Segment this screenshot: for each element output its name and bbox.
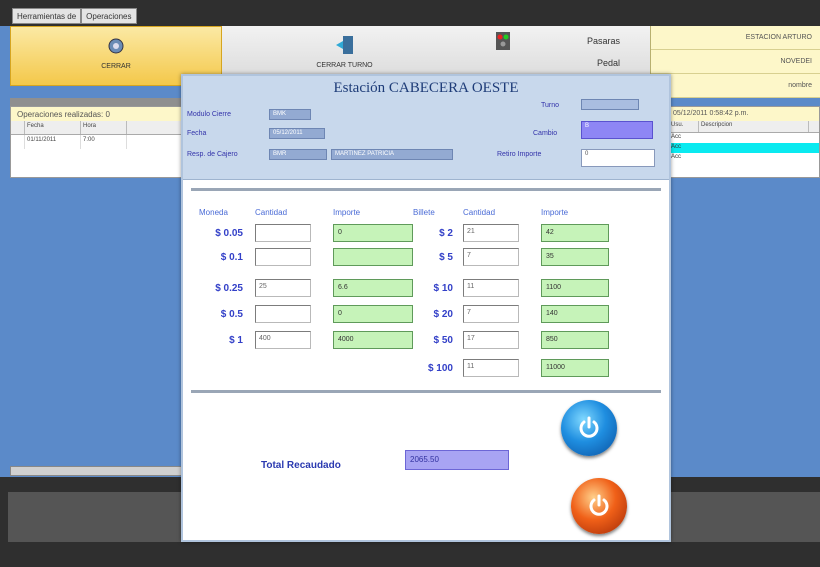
bill-amount-field: 35 xyxy=(541,248,609,266)
table-row-selected[interactable]: Acc xyxy=(669,143,819,153)
operations-grid: Operaciones realizadas: 0 Fecha Hora 01/… xyxy=(10,106,185,178)
bill-denomination: $ 5 xyxy=(439,252,453,263)
total-field: 2065.50 xyxy=(405,450,509,470)
bill-denomination: $ 2 xyxy=(439,228,453,239)
retiro-field[interactable]: 0 xyxy=(581,149,655,167)
turno-label: Turno xyxy=(541,102,560,109)
resp-code-field[interactable]: BMR xyxy=(269,149,327,160)
station-info-line1: ESTACION ARTURO xyxy=(651,26,820,50)
coin-denomination: $ 0.05 xyxy=(215,228,243,239)
coin-denomination: $ 1 xyxy=(229,335,243,346)
coin-quantity-input[interactable] xyxy=(255,305,311,323)
bill-quantity-input[interactable]: 21 xyxy=(463,224,519,242)
column-header xyxy=(11,121,25,134)
bill-quantity-input[interactable]: 11 xyxy=(463,359,519,377)
passes-label: Pasaras xyxy=(587,36,621,46)
table-cell: 7:00 xyxy=(81,135,127,149)
table-row[interactable]: Acc xyxy=(669,133,819,143)
cantidad-header: Cantidad xyxy=(255,208,288,217)
events-grid: 05/12/2011 0:58:42 p.m. Usu. Descripcion… xyxy=(668,106,820,178)
column-header[interactable]: Descripcion xyxy=(699,121,809,132)
station-info-panel: ESTACION ARTURO NOVEDEI nombre xyxy=(650,26,820,98)
cash-count-dialog: Estación CABECERA OESTE Modulo Cierre BM… xyxy=(181,74,671,542)
horizontal-scrollbar[interactable] xyxy=(10,466,182,476)
bill-denomination: $ 20 xyxy=(433,309,453,320)
column-header[interactable]: Fecha xyxy=(25,121,81,134)
bill-amount-field: 42 xyxy=(541,224,609,242)
divider xyxy=(191,188,661,191)
retiro-label: Retiro Importe xyxy=(497,151,542,158)
cancel-button[interactable] xyxy=(571,478,627,534)
table-row[interactable]: 01/11/2011 7:00 xyxy=(11,135,184,149)
fecha-label: Fecha xyxy=(187,130,207,137)
traffic-light-icon xyxy=(496,32,510,50)
bill-amount-field: 11000 xyxy=(541,359,609,377)
coin-quantity-input[interactable]: 25 xyxy=(255,279,311,297)
bill-quantity-input[interactable]: 7 xyxy=(463,248,519,266)
column-header[interactable]: Usu. xyxy=(669,121,699,132)
bill-quantity-input[interactable]: 11 xyxy=(463,279,519,297)
bill-quantity-input[interactable]: 7 xyxy=(463,305,519,323)
operations-caption: Operaciones realizadas: 0 xyxy=(11,107,184,121)
events-caption: 05/12/2011 0:58:42 p.m. xyxy=(669,107,819,121)
coin-denomination: $ 0.5 xyxy=(220,309,243,320)
bill-amount-field: 850 xyxy=(541,331,609,349)
window-tabs: Herramientas de Operaciones xyxy=(12,8,137,24)
coin-quantity-input[interactable]: 400 xyxy=(255,331,311,349)
tab-operaciones[interactable]: Operaciones xyxy=(81,8,137,24)
coin-denomination: $ 0.25 xyxy=(215,283,243,294)
total-label: Total Recaudado xyxy=(261,460,341,471)
operations-header: Fecha Hora xyxy=(11,121,184,135)
dialog-title: Estación CABECERA OESTE xyxy=(333,80,519,96)
power-icon xyxy=(589,494,609,516)
modulo-field[interactable]: BMK xyxy=(269,109,311,120)
power-icon xyxy=(579,416,599,438)
bill-denomination: $ 10 xyxy=(433,283,453,294)
dialog-header: Estación CABECERA OESTE Modulo Cierre BM… xyxy=(183,76,669,180)
modulo-label: Modulo Cierre xyxy=(187,111,231,118)
bill-denomination: $ 50 xyxy=(433,335,453,346)
close-button-label: CERRAR xyxy=(101,63,131,70)
cambio-label: Cambio xyxy=(533,130,558,137)
bill-quantity-input[interactable]: 17 xyxy=(463,331,519,349)
cantidad-header: Cantidad xyxy=(463,208,496,217)
divider xyxy=(191,390,661,393)
table-cell xyxy=(11,135,25,149)
table-cell: 01/11/2011 xyxy=(25,135,81,149)
accept-button[interactable] xyxy=(561,400,617,456)
coin-denomination: $ 0.1 xyxy=(220,252,243,263)
column-header[interactable]: Hora xyxy=(81,121,127,134)
bill-amount-field: 140 xyxy=(541,305,609,323)
station-info-line3: nombre xyxy=(651,74,820,98)
bill-amount-field: 1100 xyxy=(541,279,609,297)
importe-header: Importe xyxy=(333,208,361,217)
events-header: Usu. Descripcion xyxy=(669,121,819,133)
left-grid-bar xyxy=(10,98,185,106)
billete-header: Billete xyxy=(413,208,435,217)
gear-icon xyxy=(108,38,124,54)
tab-herramientas[interactable]: Herramientas de xyxy=(12,8,82,24)
fecha-field[interactable]: 05/12/2011 xyxy=(269,128,325,139)
coin-quantity-input[interactable] xyxy=(255,224,311,242)
resp-name-field[interactable]: MARTINEZ PATRICIA xyxy=(331,149,453,160)
resp-label: Resp. de Cajero xyxy=(187,151,238,158)
turno-field[interactable] xyxy=(581,99,639,110)
top-bar: Herramientas de Operaciones xyxy=(0,0,820,26)
pedal-label: Pedal xyxy=(597,58,621,68)
coin-quantity-input[interactable] xyxy=(255,248,311,266)
table-row[interactable]: Acc xyxy=(669,153,819,163)
cambio-field[interactable]: B xyxy=(581,121,653,139)
bill-denomination: $ 100 xyxy=(427,363,453,374)
importe-header: Importe xyxy=(541,208,569,217)
moneda-header: Moneda xyxy=(199,208,228,217)
door-exit-icon xyxy=(335,36,353,54)
close-shift-label: CERRAR TURNO xyxy=(316,62,373,69)
station-info-line2: NOVEDEI xyxy=(651,50,820,74)
